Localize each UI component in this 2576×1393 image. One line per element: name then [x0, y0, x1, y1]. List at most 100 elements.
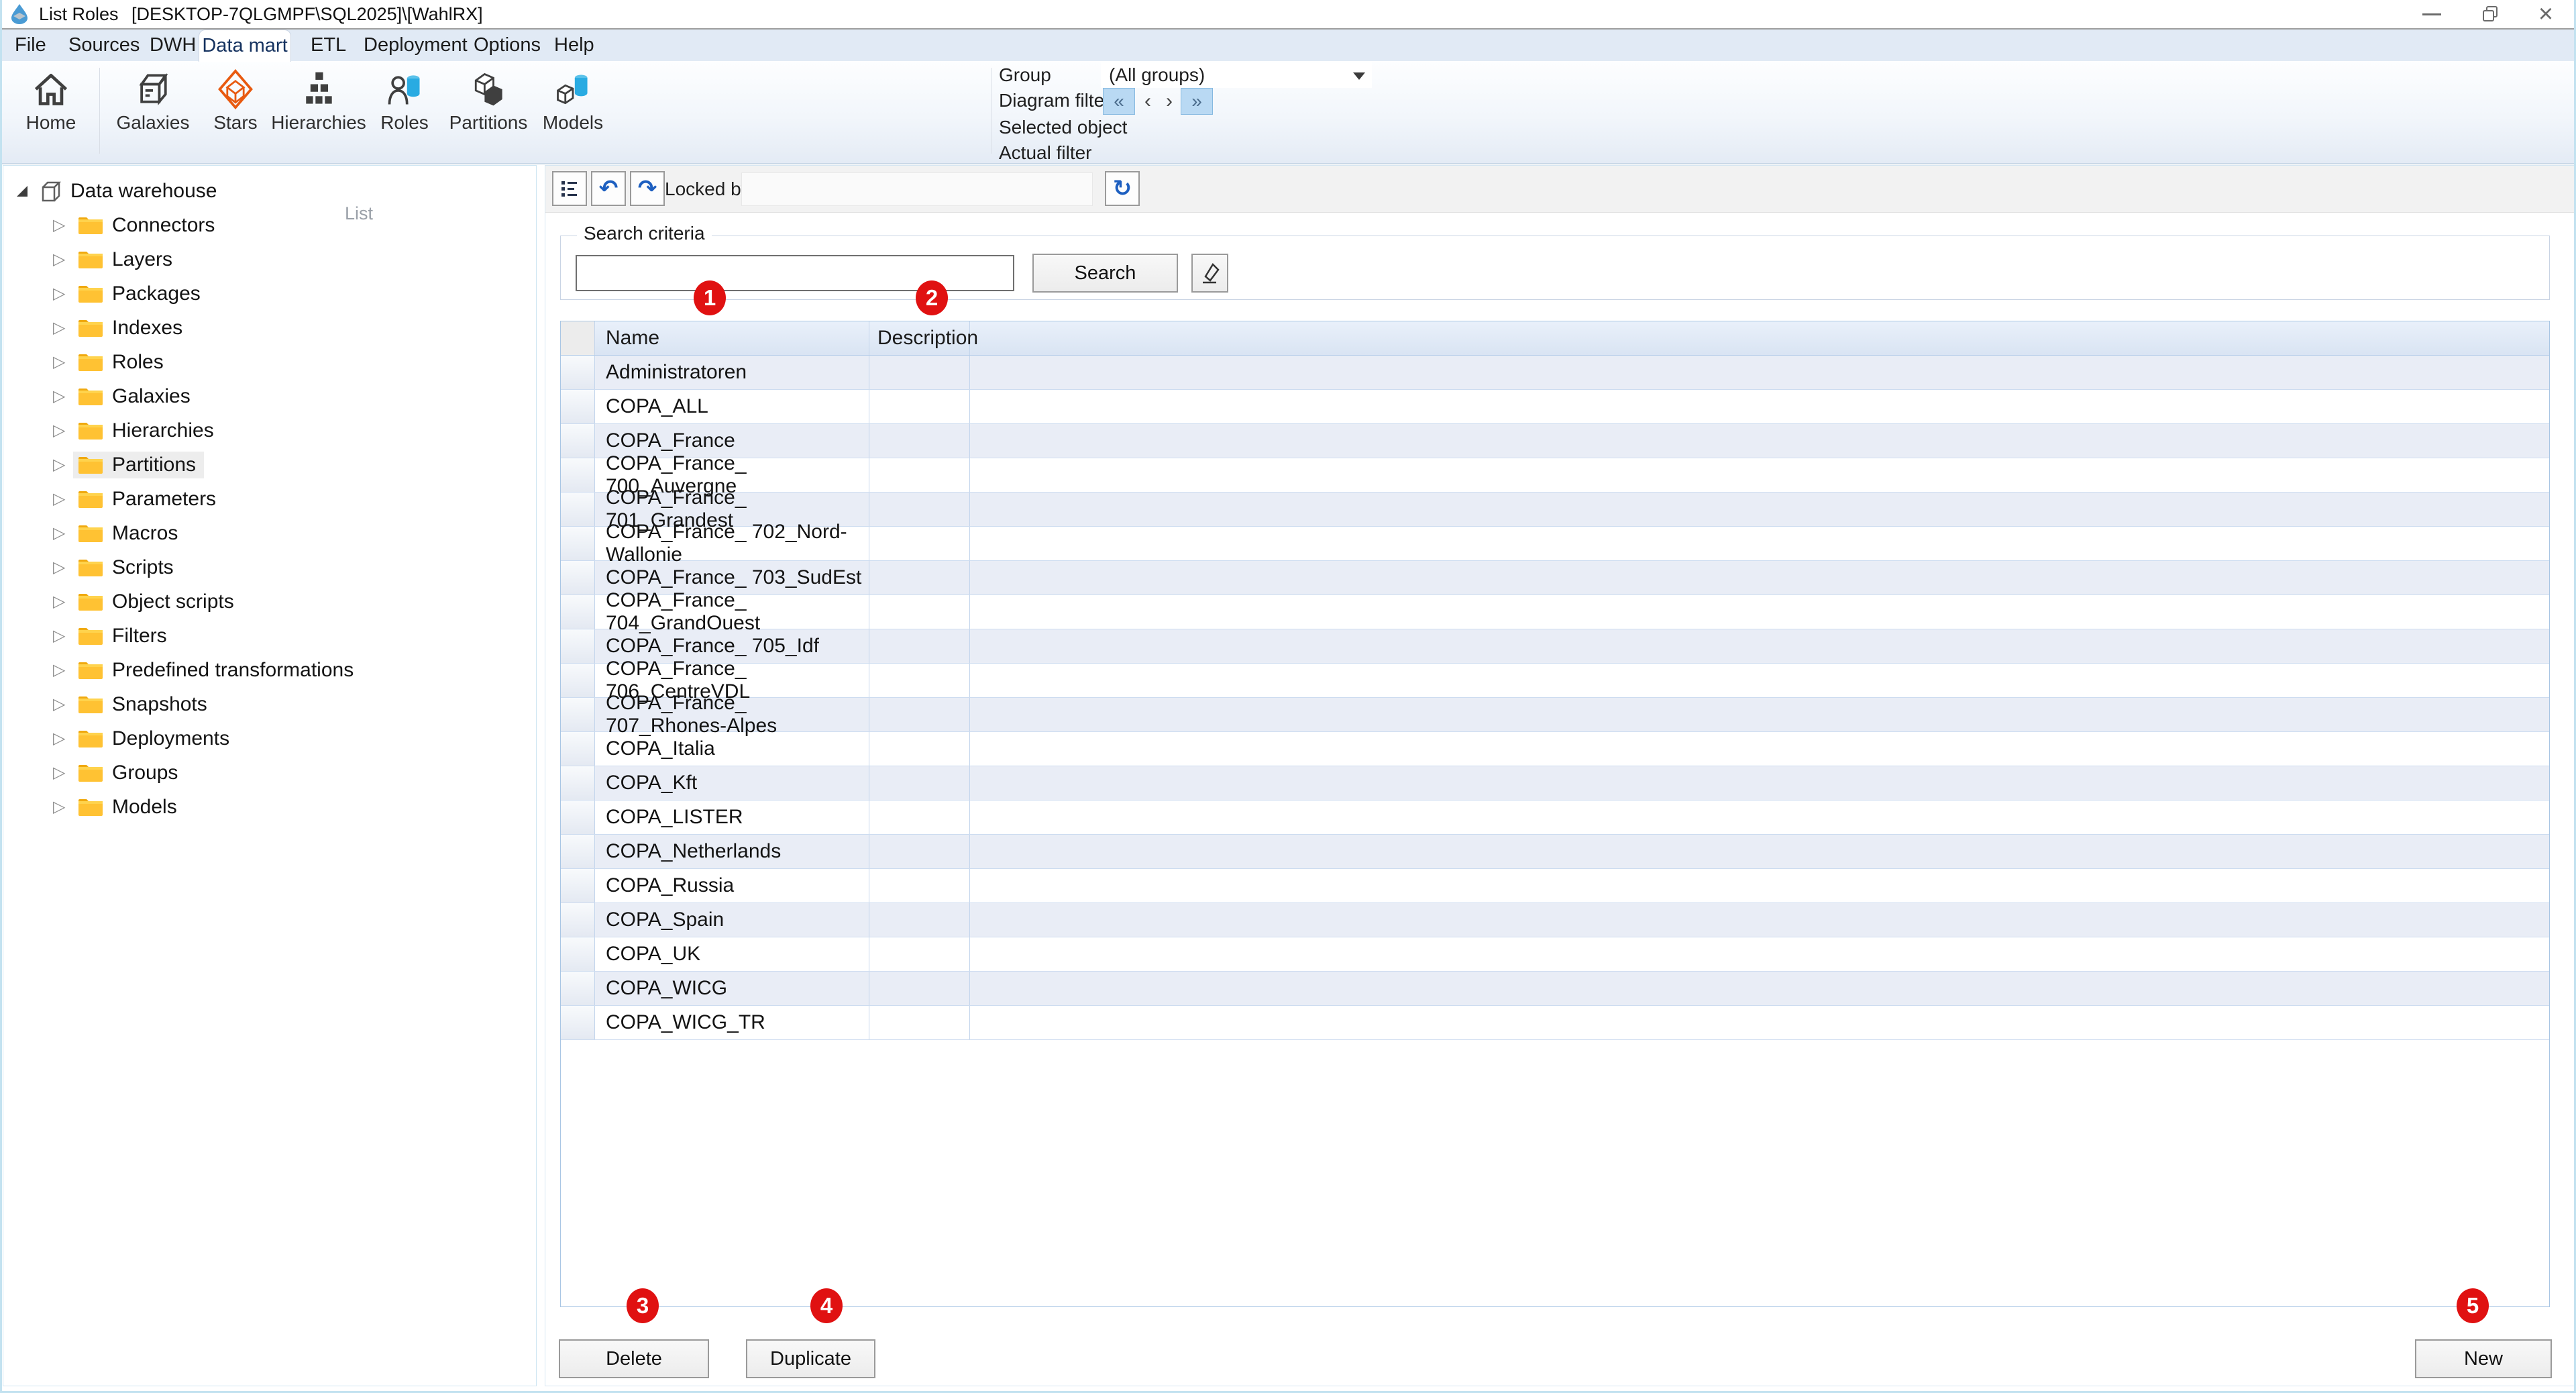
tree-collapsed-chevron-icon[interactable]: ▷ [53, 250, 69, 269]
tree-item-node[interactable]: Deployments [73, 725, 237, 752]
header-name[interactable]: Name [595, 321, 869, 355]
tree-collapsed-chevron-icon[interactable]: ▷ [53, 318, 69, 338]
tree-item-node[interactable]: Snapshots [73, 691, 215, 718]
tree-item[interactable]: ▷ Parameters [3, 482, 536, 516]
row-selector-cell[interactable] [561, 424, 595, 458]
row-selector-cell[interactable] [561, 527, 595, 560]
tree-item[interactable]: ▷ Layers [3, 242, 536, 276]
table-row[interactable]: COPA_France_ 704_GrandOuest [561, 595, 2549, 629]
menu-item[interactable]: Options [474, 30, 541, 61]
diagram-filter-last-button[interactable]: » [1181, 88, 1213, 115]
row-selector-cell[interactable] [561, 493, 595, 526]
row-selector-cell[interactable] [561, 390, 595, 423]
clear-search-button[interactable] [1191, 254, 1228, 293]
header-selector-cell[interactable] [561, 321, 595, 355]
tree-item-node[interactable]: Models [73, 794, 185, 821]
tree-item[interactable]: ▷ Macros [3, 516, 536, 550]
table-row[interactable]: COPA_France_ 702_Nord-Wallonie [561, 527, 2549, 561]
minimize-button[interactable] [2410, 0, 2453, 28]
ribbon-button-models[interactable]: Models [529, 65, 616, 159]
tree-collapsed-chevron-icon[interactable]: ▷ [53, 386, 69, 406]
table-row[interactable]: COPA_Spain [561, 903, 2549, 937]
menu-item[interactable]: File [15, 30, 46, 61]
new-button[interactable]: New [2415, 1339, 2552, 1378]
tree-item-node[interactable]: Filters [73, 623, 175, 650]
table-row[interactable]: Administratoren [561, 356, 2549, 390]
row-selector-cell[interactable] [561, 972, 595, 1005]
tree-item[interactable]: ▷ Predefined transformations [3, 653, 536, 687]
restore-button[interactable] [2469, 0, 2512, 28]
tree-item-node[interactable]: Galaxies [73, 383, 199, 410]
tree-collapsed-chevron-icon[interactable]: ▷ [53, 626, 69, 646]
tree-collapsed-chevron-icon[interactable]: ▷ [53, 421, 69, 440]
tree-collapsed-chevron-icon[interactable]: ▷ [53, 489, 69, 509]
menu-item[interactable]: Deployment [364, 30, 468, 61]
diagram-filter-first-button[interactable]: « [1103, 88, 1135, 115]
search-input[interactable] [576, 255, 1014, 291]
tree-item[interactable]: ▷ Partitions [3, 448, 536, 482]
ribbon-button-roles[interactable]: Roles [361, 65, 448, 159]
row-selector-cell[interactable] [561, 664, 595, 697]
ribbon-button-hierarchies[interactable]: Hierarchies [268, 65, 369, 159]
group-dropdown[interactable]: (All groups) [1101, 62, 1372, 88]
row-selector-cell[interactable] [561, 835, 595, 868]
row-selector-cell[interactable] [561, 595, 595, 629]
row-selector-cell[interactable] [561, 698, 595, 731]
tree-item[interactable]: ▷ Groups [3, 756, 536, 790]
row-selector-cell[interactable] [561, 937, 595, 971]
tree-collapsed-chevron-icon[interactable]: ▷ [53, 797, 69, 817]
ribbon-button-home[interactable]: Home [7, 65, 95, 159]
table-row[interactable]: COPA_WICG_TR [561, 1006, 2549, 1040]
tree-item-node[interactable]: Predefined transformations [73, 657, 362, 684]
table-row[interactable]: COPA_WICG [561, 972, 2549, 1006]
tree-item-node[interactable]: Layers [73, 246, 180, 273]
tree-collapsed-chevron-icon[interactable]: ▷ [53, 592, 69, 611]
tree-item-node[interactable]: Connectors [73, 212, 223, 239]
diagram-filter-next-button[interactable]: › [1161, 88, 1178, 115]
search-button[interactable]: Search [1032, 254, 1178, 293]
table-row[interactable]: COPA_Italia [561, 732, 2549, 766]
tree-item[interactable]: ▷ Filters [3, 619, 536, 653]
tree-item-node[interactable]: Packages [73, 280, 209, 307]
diagram-filter-prev-button[interactable]: ‹ [1139, 88, 1157, 115]
tree-item-node[interactable]: Roles [73, 349, 172, 376]
tree-item[interactable]: ▷ Galaxies [3, 379, 536, 413]
tree-item[interactable]: ▷ Object scripts [3, 584, 536, 619]
row-selector-cell[interactable] [561, 458, 595, 492]
row-selector-cell[interactable] [561, 629, 595, 663]
tree-collapsed-chevron-icon[interactable]: ▷ [53, 729, 69, 748]
undo-button[interactable]: ↶ [591, 171, 626, 206]
tree-item[interactable]: ▷ Roles [3, 345, 536, 379]
tree-item[interactable]: ▷ Hierarchies [3, 413, 536, 448]
tree-item-node[interactable]: Groups [73, 760, 186, 786]
tree-collapsed-chevron-icon[interactable]: ▷ [53, 558, 69, 577]
ribbon-button-partitions[interactable]: Partitions [445, 65, 532, 159]
table-row[interactable]: COPA_Kft [561, 766, 2549, 801]
tree-item-node[interactable]: Object scripts [73, 588, 242, 615]
tree-collapsed-chevron-icon[interactable]: ▷ [53, 763, 69, 782]
tree-collapsed-chevron-icon[interactable]: ▷ [53, 694, 69, 714]
menu-item[interactable]: ETL [311, 30, 346, 61]
tree-item[interactable]: ▷ Snapshots [3, 687, 536, 721]
menu-item[interactable]: Sources [68, 30, 140, 61]
table-row[interactable]: COPA_UK [561, 937, 2549, 972]
tree-collapsed-chevron-icon[interactable]: ▷ [53, 352, 69, 372]
row-selector-cell[interactable] [561, 903, 595, 937]
table-row[interactable]: COPA_Netherlands [561, 835, 2549, 869]
ribbon-button-stars[interactable]: Stars [192, 65, 279, 159]
row-selector-cell[interactable] [561, 1006, 595, 1039]
row-selector-cell[interactable] [561, 561, 595, 595]
tree-item[interactable]: ▷ Models [3, 790, 536, 824]
tree-collapsed-chevron-icon[interactable]: ▷ [53, 660, 69, 680]
delete-button[interactable]: Delete [559, 1339, 709, 1378]
tree-item-node[interactable]: Scripts [73, 554, 182, 581]
table-row[interactable]: COPA_LISTER [561, 801, 2549, 835]
close-button[interactable]: × [2524, 0, 2567, 28]
tree-item-node[interactable]: Indexes [73, 315, 191, 342]
table-row[interactable]: COPA_France_ 707_Rhones-Alpes [561, 698, 2549, 732]
tree-item[interactable]: ▷ Deployments [3, 721, 536, 756]
tree-item[interactable]: ▷ Scripts [3, 550, 536, 584]
table-row[interactable]: COPA_ALL [561, 390, 2549, 424]
tree-item-node[interactable]: Macros [73, 520, 186, 547]
row-selector-cell[interactable] [561, 766, 595, 800]
